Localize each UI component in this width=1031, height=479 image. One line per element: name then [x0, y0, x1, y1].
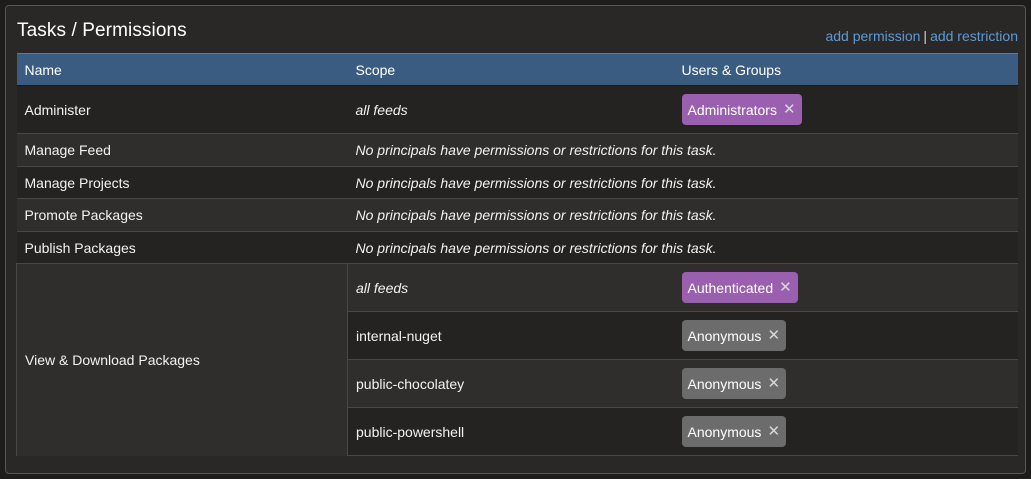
table-row: Manage Projects No principals have permi…: [16, 166, 1018, 199]
task-name: Administer: [16, 85, 348, 134]
column-header-scope: Scope: [347, 53, 674, 86]
task-principals: Anonymous ✕: [673, 311, 1018, 360]
close-icon[interactable]: ✕: [783, 102, 796, 117]
panel-actions: add permission | add restriction: [825, 28, 1018, 44]
task-scope: internal-nuget: [347, 311, 674, 360]
add-restriction-link[interactable]: add restriction: [930, 28, 1018, 44]
task-name: Manage Feed: [16, 133, 348, 167]
empty-message: No principals have permissions or restri…: [347, 198, 1018, 232]
task-principals: Authenticated ✕: [673, 263, 1018, 312]
table-row: Publish Packages No principals have perm…: [16, 231, 1018, 264]
task-name: Promote Packages: [16, 198, 348, 232]
close-icon[interactable]: ✕: [767, 376, 780, 391]
task-name: Manage Projects: [16, 166, 348, 199]
principal-label: Anonymous: [687, 423, 762, 440]
task-scope: all feeds: [347, 263, 674, 312]
table-row: View & Download Packages all feeds Authe…: [16, 263, 1018, 456]
close-icon[interactable]: ✕: [767, 424, 780, 439]
principal-label: Anonymous: [687, 375, 762, 392]
principal-tag: Administrators ✕: [681, 94, 802, 125]
column-header-name: Name: [16, 53, 348, 86]
permissions-panel: Tasks / Permissions add permission | add r…: [5, 5, 1026, 474]
empty-message: No principals have permissions or restri…: [347, 231, 1018, 264]
column-header-users-groups: Users & Groups: [673, 53, 1018, 86]
task-scope: all feeds: [347, 85, 674, 134]
principal-tag: Authenticated ✕: [681, 272, 798, 303]
principal-label: Administrators: [687, 101, 777, 118]
table-row: Manage Feed No principals have permissio…: [16, 133, 1018, 167]
close-icon[interactable]: ✕: [779, 280, 792, 295]
principal-tag: Anonymous ✕: [681, 320, 787, 351]
principal-label: Authenticated: [687, 279, 774, 296]
action-separator: |: [923, 28, 928, 44]
task-principals: Administrators ✕: [673, 85, 1018, 134]
task-scope: public-chocolatey: [347, 359, 674, 408]
empty-message: No principals have permissions or restri…: [347, 133, 1018, 167]
principal-tag: Anonymous ✕: [681, 368, 787, 399]
table-row: Administer all feeds Administrators ✕: [16, 85, 1018, 134]
table-row: Promote Packages No principals have perm…: [16, 198, 1018, 232]
add-permission-link[interactable]: add permission: [825, 28, 920, 44]
panel-title: Tasks / Permissions: [17, 20, 187, 41]
task-principals: Anonymous ✕: [673, 359, 1018, 408]
principal-tag: Anonymous ✕: [681, 416, 787, 447]
task-scope: public-powershell: [347, 407, 674, 456]
principal-label: Anonymous: [687, 327, 762, 344]
empty-message: No principals have permissions or restri…: [347, 166, 1018, 199]
task-name: Publish Packages: [16, 231, 348, 264]
task-principals: Anonymous ✕: [673, 407, 1018, 456]
close-icon[interactable]: ✕: [767, 328, 780, 343]
table-header-row: Name Scope Users & Groups: [16, 53, 1018, 86]
permissions-table: Name Scope Users & Groups Administer all…: [16, 53, 1018, 456]
task-name: View & Download Packages: [16, 263, 348, 456]
